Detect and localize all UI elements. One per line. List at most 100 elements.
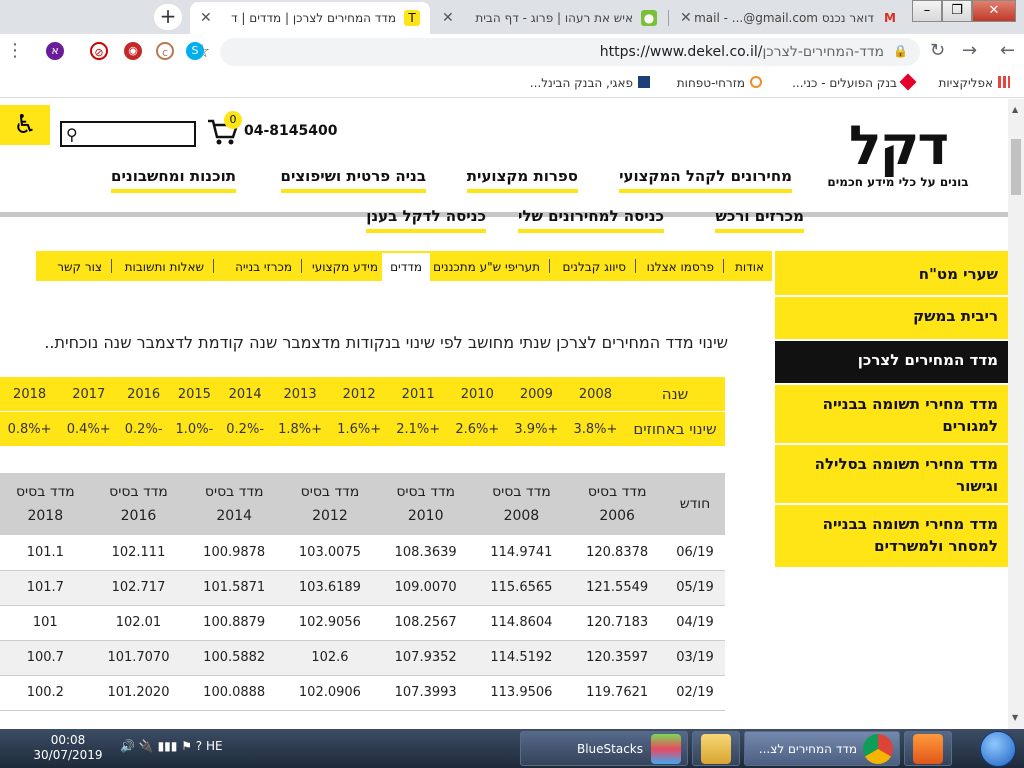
- scroll-down-icon[interactable]: ▼: [1012, 713, 1018, 722]
- value-cell: 107.9352: [377, 640, 474, 676]
- tab-title: מדד המחירים לצרכן | מדדים | ד: [231, 11, 396, 25]
- page-scrollbar[interactable]: ▲ ▼: [1008, 99, 1024, 729]
- value-cell: 115.6565: [473, 570, 570, 606]
- annual-change-table: שנה 2008 2009 2010 2011 2012 2013 2014 2…: [0, 377, 725, 447]
- subnav-professional-info[interactable]: מידע מקצועי: [312, 260, 378, 274]
- cart-button[interactable]: 0: [204, 111, 242, 149]
- base-label: מדד בסיס: [300, 484, 360, 500]
- phone-number[interactable]: 04-8145400: [244, 123, 337, 139]
- help-icon[interactable]: ?: [196, 739, 202, 753]
- accessibility-button[interactable]: ♿: [0, 105, 50, 145]
- sidebar-item-commercial-input[interactable]: מדד מחירי תשומה בבנייה למסחר ולמשרדים: [775, 505, 1008, 569]
- value-cell: 100.0888: [186, 675, 283, 711]
- scroll-up-icon[interactable]: ▲: [1012, 105, 1018, 114]
- search-icon[interactable]: ⚲: [66, 125, 78, 144]
- reload-icon[interactable]: ↻: [930, 40, 945, 61]
- value-cell: 121.5549: [569, 570, 665, 606]
- start-button[interactable]: [980, 731, 1016, 767]
- year-cell: 2018: [0, 377, 60, 413]
- close-icon[interactable]: ✕: [442, 10, 454, 26]
- nav-my-price-lists[interactable]: כניסה למחירונים שלי: [517, 207, 664, 233]
- close-icon[interactable]: ✕: [200, 10, 212, 26]
- change-cell: -1.0%: [169, 411, 220, 447]
- nav-professional-price-lists[interactable]: מחירונים לקהל המקצועי: [619, 167, 792, 193]
- bookmark-hapoalim[interactable]: בנק הפועלים - כני...: [792, 73, 917, 91]
- window-minimize-icon[interactable]: –: [912, 0, 942, 22]
- subnav-contact[interactable]: צור קשר: [57, 260, 102, 274]
- subnav-advertise[interactable]: פרסמו אצלנו: [647, 260, 714, 274]
- nav-private-building[interactable]: בניה פרטית ושיפוצים: [280, 167, 426, 193]
- search-box[interactable]: ⚲: [60, 121, 196, 147]
- year-cell: 2015: [169, 377, 220, 413]
- forward-icon[interactable]: →: [962, 40, 977, 61]
- tab-dekel[interactable]: T מדד המחירים לצרכן | מדדים | ד ✕: [190, 2, 430, 34]
- bookmark-pagi[interactable]: פאגי, הבנק הבינל...: [530, 76, 650, 90]
- change-cell: +1.6%: [329, 411, 389, 447]
- value-cell: 102.0906: [282, 675, 378, 711]
- nav-software[interactable]: תוכנות ומחשבונים: [111, 167, 236, 193]
- sidebar-item-exchange-rates[interactable]: שערי מט"ח: [775, 251, 1008, 297]
- bookmark-label: פאגי, הבנק הבינל...: [529, 76, 633, 90]
- change-row: שינוי באחוזים +3.8% +3.9% +2.6% +2.1% +1…: [0, 411, 725, 447]
- profile-avatar-icon[interactable]: א: [46, 42, 64, 60]
- flag-icon[interactable]: ⚑: [181, 739, 192, 753]
- change-cell: -0.2%: [118, 411, 170, 447]
- back-icon[interactable]: ←: [1000, 40, 1015, 61]
- network-icon[interactable]: ▮▮▮: [158, 739, 178, 753]
- value-cell: 102.6: [282, 640, 378, 676]
- sidebar-item-housing-input[interactable]: מדד מחירי תשומה בבנייה למגורים: [775, 385, 1008, 445]
- nav-dekel-cloud[interactable]: כניסה לדקל בענן: [366, 207, 486, 233]
- subnav-indices[interactable]: מדדים: [382, 253, 430, 283]
- taskbar-explorer[interactable]: [692, 731, 740, 766]
- address-bar[interactable]: 🔒 https://www.dekel.co.il/מדד-המחירים-לצ…: [194, 38, 920, 66]
- taskbar-clock[interactable]: 00:08 30/07/2019: [28, 733, 108, 763]
- base-label: מדד בסיס: [15, 484, 75, 500]
- window-close-icon[interactable]: ✕: [972, 0, 1016, 22]
- sub-nav: אודות פרסמו אצלנו סיווג קבלנים תעריפי ש"…: [36, 251, 772, 283]
- tab-prog[interactable]: ● איש את רעהו | פרוג - דף הבית ✕: [432, 2, 667, 34]
- mizrahi-icon: [750, 76, 762, 88]
- url-text: https://www.dekel.co.il/מדד-המחירים-לצרכ…: [600, 44, 884, 60]
- power-icon[interactable]: 🔌: [139, 739, 154, 753]
- taskbar-chrome[interactable]: מדד המחירים לצ...: [744, 731, 900, 766]
- base-label: מדד בסיס: [396, 484, 455, 500]
- subnav-faq[interactable]: שאלות ותשובות: [125, 260, 204, 274]
- sidebar-item-cpi[interactable]: מדד המחירים לצרכן: [775, 341, 1008, 385]
- nav-tenders[interactable]: מכרזים ורכש: [715, 207, 804, 233]
- language-indicator[interactable]: HE: [206, 739, 223, 753]
- sidebar-item-paving-input[interactable]: מדד מחירי תשומה בסלילה וגישור: [775, 445, 1008, 505]
- bookmark-mizrahi[interactable]: מזרחי-טפחות: [677, 76, 762, 90]
- bookmark-apps[interactable]: אפליקציות: [938, 76, 1010, 90]
- clock-time: 00:08: [50, 733, 86, 747]
- taskbar-label: BlueStacks: [576, 742, 643, 756]
- subnav-contractor-classification[interactable]: סיווג קבלנים: [563, 260, 627, 274]
- close-icon[interactable]: ✕: [680, 10, 692, 26]
- extension-c-icon[interactable]: c: [156, 42, 174, 60]
- skype-icon[interactable]: S: [186, 42, 204, 60]
- subnav-separator: [635, 259, 636, 273]
- bluestacks-icon: [651, 734, 681, 764]
- block-extension-icon[interactable]: ⊘: [90, 42, 108, 60]
- window-restore-icon[interactable]: ❐: [942, 0, 972, 22]
- scrollbar-thumb[interactable]: [1011, 139, 1021, 195]
- dekel-logo[interactable]: דקל בונים על כלי מידע חכמים: [818, 119, 978, 190]
- taskbar-media[interactable]: [904, 731, 952, 766]
- change-cell: +3.9%: [506, 411, 566, 447]
- sidebar-item-interest[interactable]: ריבית במשק: [775, 297, 1008, 341]
- tab-gmail[interactable]: M דואר נכנס Gmail - ...@gmail.com ✕: [670, 2, 908, 34]
- subnav-about[interactable]: אודות: [735, 260, 764, 274]
- subnav-building-tenders[interactable]: מכרזי בנייה: [235, 260, 292, 274]
- dekel-favicon-icon: T: [404, 10, 420, 26]
- month-cell: 02/19: [665, 675, 725, 711]
- table-row: 02/19 119.7621 113.9506 107.3993 102.090…: [0, 675, 725, 711]
- base-index-table: חודש מדד בסיס 2006 מדד בסיס 2008 מדד בסיס 2…: [0, 473, 725, 711]
- bookmark-label: אפליקציות: [938, 76, 994, 90]
- subnav-planner-rates[interactable]: תעריפי ש"ע מתכננים: [433, 260, 540, 274]
- menu-icon[interactable]: ⋮: [6, 40, 24, 61]
- extension-red-icon[interactable]: ◉: [124, 42, 142, 60]
- new-tab-button[interactable]: +: [154, 4, 182, 30]
- volume-icon[interactable]: 🔊: [120, 739, 135, 753]
- taskbar-bluestacks[interactable]: BlueStacks: [520, 731, 688, 766]
- value-cell: 101.5871: [186, 570, 283, 606]
- nav-professional-literature[interactable]: ספרות מקצועית: [466, 167, 578, 193]
